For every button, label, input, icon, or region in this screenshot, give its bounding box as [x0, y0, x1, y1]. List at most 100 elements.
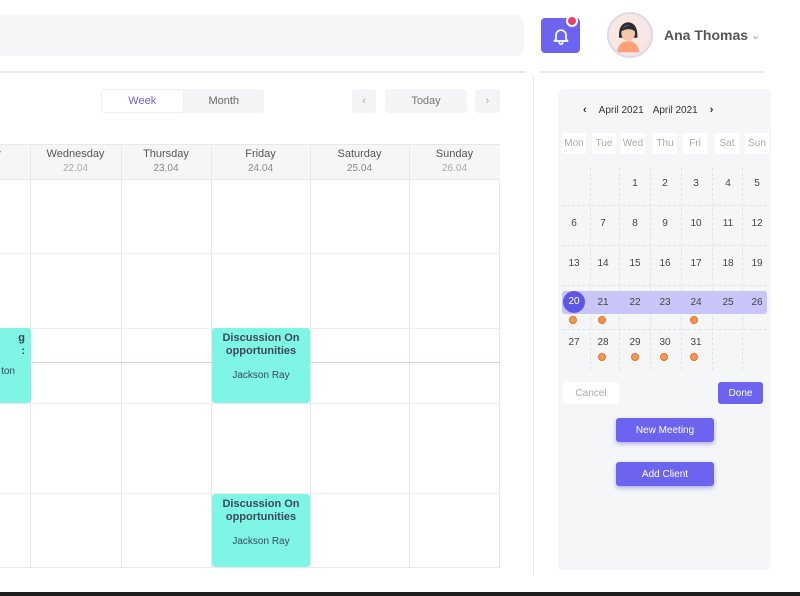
- day-date: 26.04: [441, 163, 468, 174]
- row-line: [0, 253, 500, 254]
- weekday-label: Fri: [683, 133, 707, 154]
- header-divider: [0, 71, 526, 73]
- calendar-day[interactable]: 5: [743, 174, 771, 194]
- mini-row-divider: [562, 285, 767, 286]
- calendar-day[interactable]: 21: [589, 293, 617, 313]
- day-header-sunday: Sunday 26.04: [409, 148, 500, 174]
- calendar-day[interactable]: 4: [714, 174, 742, 194]
- calendar-day[interactable]: 14: [589, 254, 617, 274]
- day-name: Thursday: [143, 148, 189, 160]
- column-line: [409, 144, 410, 568]
- weekday-label: Thu: [653, 133, 677, 154]
- event-person: ton: [1, 366, 15, 377]
- tab-week[interactable]: Week: [101, 89, 184, 113]
- event-title-line2: :: [21, 345, 25, 357]
- event-person: Jackson Ray: [232, 370, 290, 381]
- calendar-day[interactable]: 10: [682, 214, 710, 234]
- new-meeting-button[interactable]: New Meeting: [616, 418, 714, 442]
- calendar-day[interactable]: 9: [651, 214, 679, 234]
- event-title: g: [18, 332, 25, 344]
- calendar-day[interactable]: 8: [621, 214, 649, 234]
- selected-day[interactable]: 20: [563, 291, 585, 313]
- event-dot: [598, 353, 606, 361]
- row-line: [0, 403, 500, 404]
- day-name: Saturday: [337, 148, 382, 160]
- avatar[interactable]: [607, 12, 653, 58]
- calendar-day[interactable]: 17: [682, 254, 710, 274]
- event-dot: [631, 353, 639, 361]
- day-name: Sunday: [435, 148, 474, 160]
- panel-divider: [533, 76, 534, 576]
- calendar-day[interactable]: 13: [560, 254, 588, 274]
- calendar-day[interactable]: 23: [651, 293, 679, 313]
- today-button[interactable]: Today: [385, 89, 467, 113]
- next-month-icon[interactable]: ›: [710, 104, 714, 116]
- event-dot: [569, 316, 577, 324]
- calendar-day[interactable]: 11: [714, 214, 742, 234]
- notification-badge: [566, 15, 578, 27]
- prev-week-button[interactable]: ‹: [352, 89, 376, 113]
- event-person: Jackson Ray: [232, 536, 290, 547]
- mini-row-divider: [562, 245, 767, 246]
- search-bar[interactable]: [0, 15, 524, 56]
- calendar-day[interactable]: 30: [651, 333, 679, 353]
- header-divider-right: [540, 71, 764, 73]
- calendar-day[interactable]: 31: [682, 333, 710, 353]
- event-dot: [690, 353, 698, 361]
- day-date: 25.04: [346, 163, 373, 174]
- month-label[interactable]: April 2021: [599, 105, 644, 116]
- event-card[interactable]: Discussion On opportunities Jackson Ray: [212, 328, 310, 403]
- calendar-day[interactable]: 27: [560, 333, 588, 353]
- day-name: Wednesday: [46, 148, 105, 160]
- calendar-day[interactable]: 6: [560, 214, 588, 234]
- tab-month[interactable]: Month: [184, 89, 265, 113]
- calendar-day[interactable]: 26: [743, 293, 771, 313]
- day-header-thursday: Thursday 23.04: [121, 148, 211, 174]
- add-client-button[interactable]: Add Client: [616, 462, 714, 486]
- day-date: 23.04: [153, 163, 179, 174]
- calendar-day[interactable]: 19: [743, 254, 771, 274]
- column-line: [121, 144, 122, 568]
- calendar-day[interactable]: 24: [682, 293, 710, 313]
- event-dot: [690, 316, 698, 324]
- chevron-down-icon[interactable]: ⌄: [751, 29, 760, 42]
- day-header-saturday: Saturday 25.04: [310, 148, 409, 174]
- event-dot: [598, 316, 606, 324]
- calendar-day[interactable]: 28: [589, 333, 617, 353]
- calendar-day[interactable]: 18: [714, 254, 742, 274]
- next-week-button[interactable]: ›: [475, 89, 500, 113]
- month-label-secondary[interactable]: April 2021: [653, 105, 698, 116]
- calendar-day[interactable]: 25: [714, 293, 742, 313]
- day-date: 24.04: [247, 163, 274, 174]
- mini-calendar-nav: ‹ April 2021 April 2021 ›: [583, 104, 713, 116]
- event-card-partial[interactable]: g : ton: [0, 328, 31, 403]
- calendar-day[interactable]: 7: [589, 214, 617, 234]
- weekday-label: Wed: [621, 133, 645, 154]
- user-name[interactable]: Ana Thomas: [664, 27, 748, 43]
- calendar-day[interactable]: 29: [621, 333, 649, 353]
- calendar-day[interactable]: 16: [651, 254, 679, 274]
- calendar-day[interactable]: 15: [621, 254, 649, 274]
- weekday-label: Sat: [715, 133, 739, 154]
- event-title: Discussion On opportunities: [222, 498, 300, 523]
- mini-col-divider: [619, 168, 620, 370]
- column-line: [310, 144, 311, 568]
- day-header-wednesday: Wednesday 22.04: [30, 148, 121, 174]
- calendar-day[interactable]: 2: [651, 174, 679, 194]
- event-dot: [660, 353, 668, 361]
- event-title: Discussion On opportunities: [222, 332, 300, 357]
- calendar-day[interactable]: 1: [621, 174, 649, 194]
- weekday-label: Mon: [562, 133, 586, 154]
- done-button[interactable]: Done: [718, 382, 763, 404]
- day-header-friday: Friday 24.04: [211, 148, 310, 174]
- calendar-day[interactable]: 22: [621, 293, 649, 313]
- mini-row-divider: [562, 329, 767, 330]
- day-header-partial: y: [0, 148, 6, 160]
- prev-month-icon[interactable]: ‹: [583, 104, 587, 116]
- view-toggle: Week Month: [101, 89, 264, 113]
- cancel-button[interactable]: Cancel: [563, 382, 619, 404]
- event-card[interactable]: Discussion On opportunities Jackson Ray: [212, 494, 310, 567]
- calendar-day[interactable]: 12: [743, 214, 771, 234]
- calendar-day[interactable]: 3: [682, 174, 710, 194]
- day-name: y: [0, 148, 6, 160]
